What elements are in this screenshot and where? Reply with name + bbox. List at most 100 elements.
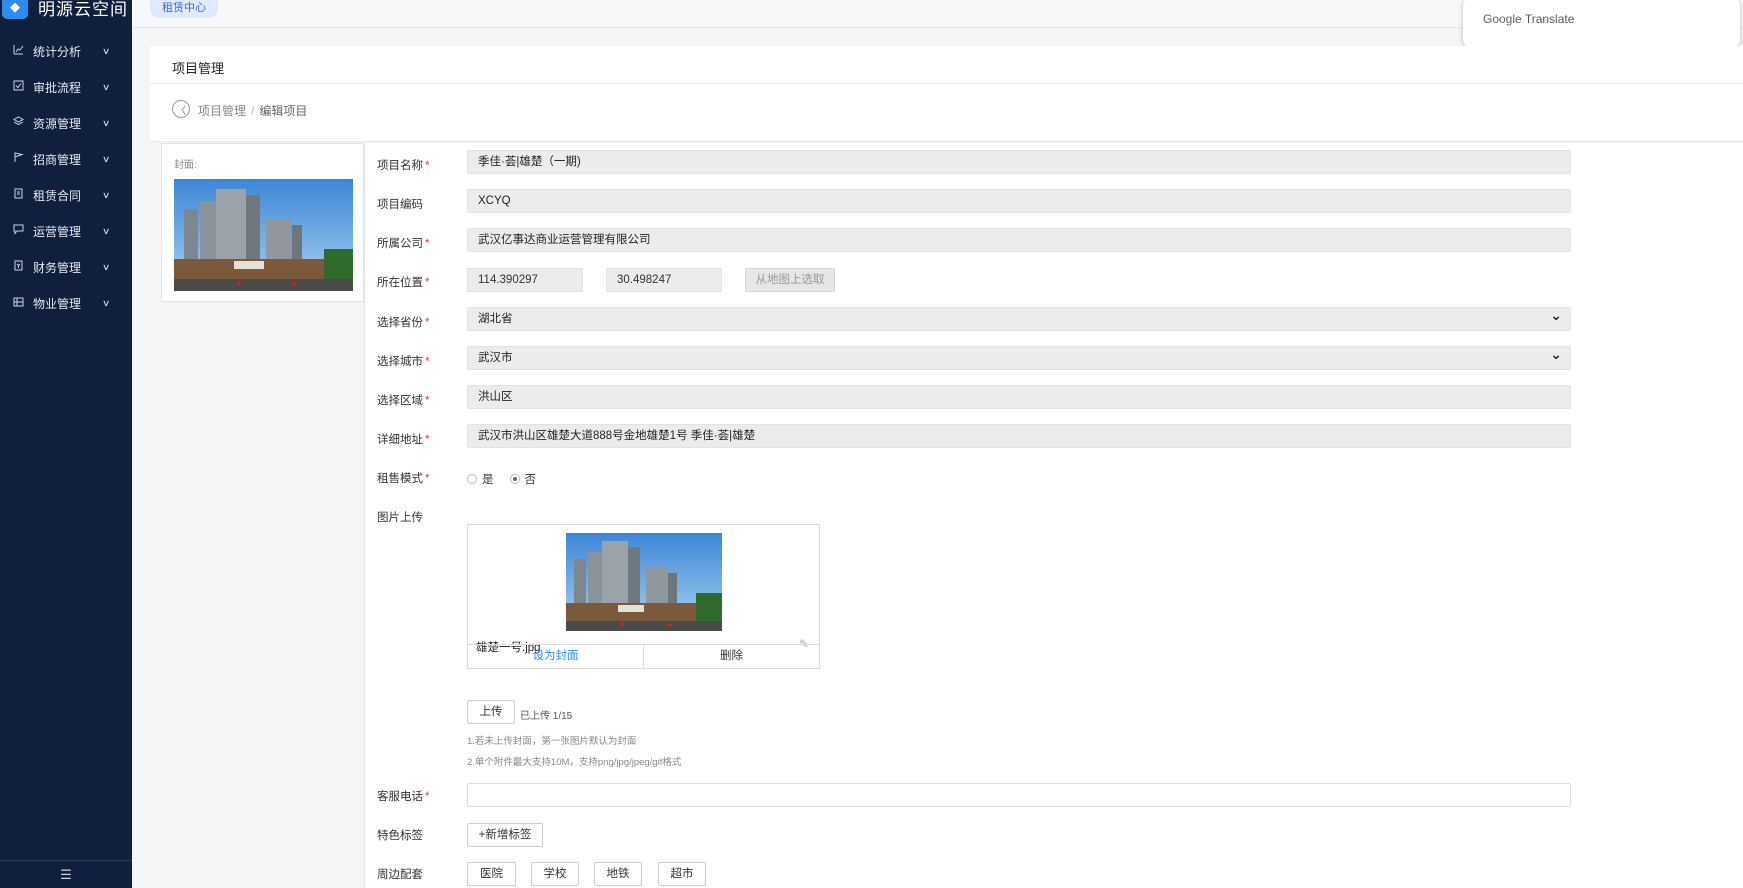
tag-hospital[interactable]: 医院 (467, 862, 516, 886)
phone-label: 客服电话 * (377, 791, 430, 803)
upload-count: 已上传 1/15 (520, 711, 573, 722)
breadcrumb-parent[interactable]: 项目管理 (198, 104, 246, 118)
uploaded-image-thumbnail[interactable] (566, 533, 722, 631)
images-label: 图片上传 (377, 512, 423, 524)
feature-tags-label: 特色标签 (377, 830, 423, 842)
sale-mode-radio-group: 是 否 (467, 471, 552, 487)
google-brand: Google (1483, 12, 1522, 26)
chevron-left-icon: 〈 (176, 105, 186, 117)
sidebar-item-operations[interactable]: 运营管理 ∨ (0, 213, 132, 249)
cover-label: 封面: (174, 160, 197, 171)
longitude-input[interactable]: 114.390297 (467, 268, 583, 292)
province-select[interactable]: 湖北省 (467, 304, 1571, 331)
upload-hint-1: 1.若未上传封面，第一张图片默认为封面 (467, 736, 637, 747)
latitude-input[interactable]: 30.498247 (606, 268, 722, 292)
finance-icon (13, 260, 27, 274)
pick-from-map-button[interactable]: 从地图上选取 (745, 268, 835, 292)
city-label: 选择城市 * (377, 356, 430, 368)
tag-subway[interactable]: 地铁 (594, 862, 642, 886)
flag-icon (13, 152, 27, 166)
sale-mode-label: 租售模式 * (377, 473, 430, 485)
company-label: 所属公司 * (377, 238, 430, 250)
uploaded-image-card: 雄楚一号.jpg ✎ 设为封面 删除 (467, 524, 820, 669)
page-title: 项目管理 (172, 61, 225, 76)
menu-collapse-icon: ☰ (60, 866, 72, 882)
address-input[interactable]: 武汉市洪山区雄楚大道888号金地雄楚1号 季佳·荟|雄楚 (467, 424, 1571, 448)
upload-hint-2: 2.单个附件最大支持10M，支持png/jpg/jpeg/gif格式 (467, 757, 682, 768)
sale-mode-yes-label[interactable]: 是 (482, 471, 494, 487)
layers-icon (12, 116, 27, 130)
add-tag-button[interactable]: +新增标签 (467, 823, 543, 847)
sidebar-item-property[interactable]: 物业管理 ∨ (0, 285, 132, 321)
district-label: 选择区域 * (377, 395, 430, 407)
sidebar-item-approval[interactable]: 审批流程 ∨ (0, 69, 132, 105)
sale-mode-no-label[interactable]: 否 (525, 471, 537, 487)
google-translate-popup[interactable]: Google Translate (1463, 0, 1740, 49)
chevron-down-icon: ∨ (101, 297, 111, 308)
page-header: 项目管理 (150, 46, 1743, 84)
chevron-down-icon: ∨ (101, 261, 111, 272)
sale-mode-yes-radio[interactable] (467, 474, 477, 484)
sidebar-item-label: 统计分析 (33, 44, 82, 59)
surroundings-label: 周边配套 (377, 869, 423, 881)
chevron-down-icon: ∨ (101, 189, 111, 200)
cover-image (174, 179, 353, 291)
sidebar-nav: 统计分析 ∨ 审批流程 ∨ 资源管理 ∨ 招商管理 ∨ 租赁合同 ∨ 运营管理 … (0, 33, 132, 321)
code-label: 项目编码 (377, 199, 423, 211)
message-icon (13, 224, 27, 238)
checklist-icon (13, 80, 27, 94)
google-translate-label: Google Translate (1483, 12, 1574, 26)
sidebar-item-contracts[interactable]: 租赁合同 ∨ (0, 177, 132, 213)
sidebar-item-leasing[interactable]: 招商管理 ∨ (0, 141, 132, 177)
logo-text: 明源云空间 (38, 0, 128, 19)
sidebar: ◆ 明源云空间 统计分析 ∨ 审批流程 ∨ 资源管理 ∨ 招商管理 ∨ 租赁合同… (0, 0, 132, 888)
breadcrumb-bar: 〈 项目管理 / 编辑项目 (150, 84, 1743, 142)
project-code-input[interactable]: XCYQ (467, 189, 1571, 213)
chevron-down-icon: ∨ (101, 153, 111, 164)
name-label: 项目名称 * (377, 160, 430, 172)
translate-text: Translate (1524, 12, 1575, 26)
chevron-down-icon: ∨ (101, 81, 111, 92)
chart-icon (13, 44, 27, 58)
project-name-input[interactable]: 季佳·荟|雄楚（一期) (467, 150, 1571, 174)
tag-supermarket[interactable]: 超市 (658, 862, 706, 886)
breadcrumb-separator: / (251, 104, 255, 118)
location-label: 所在位置 * (377, 277, 430, 289)
sidebar-item-label: 招商管理 (33, 152, 82, 167)
rental-center-tab[interactable]: 租赁中心 (150, 0, 218, 18)
sidebar-item-statistics[interactable]: 统计分析 ∨ (0, 33, 132, 69)
sidebar-item-finance[interactable]: 财务管理 ∨ (0, 249, 132, 285)
company-input[interactable]: 武汉亿事达商业运营管理有限公司 (467, 228, 1571, 252)
set-cover-button[interactable]: 设为封面 (468, 645, 644, 668)
logo[interactable]: ◆ 明源云空间 (0, 0, 132, 20)
sidebar-item-label: 财务管理 (33, 260, 82, 275)
image-actions: 设为封面 删除 (468, 644, 819, 668)
cover-panel: 封面: (161, 143, 364, 302)
sidebar-item-label: 审批流程 (33, 80, 82, 95)
building-icon (13, 296, 27, 310)
chevron-down-icon: ∨ (101, 45, 111, 56)
service-phone-input[interactable] (467, 783, 1571, 807)
breadcrumb-current: 编辑项目 (259, 104, 308, 118)
chevron-down-icon: ∨ (101, 117, 111, 128)
back-button[interactable]: 〈 (172, 100, 190, 118)
sidebar-item-label: 物业管理 (33, 296, 82, 311)
tag-school[interactable]: 学校 (531, 862, 579, 886)
province-label: 选择省份 * (377, 317, 430, 329)
delete-image-button[interactable]: 删除 (644, 645, 819, 668)
chevron-down-icon: ∨ (101, 225, 111, 236)
address-label: 详细地址 * (377, 434, 430, 446)
project-edit-form: 项目名称 * 季佳·荟|雄楚（一期) 项目编码 XCYQ 所属公司 * 武汉亿事达商… (364, 143, 1743, 888)
sale-mode-no-radio[interactable] (509, 474, 520, 484)
sidebar-item-label: 运营管理 (33, 224, 82, 239)
sidebar-item-label: 资源管理 (33, 116, 82, 131)
upload-button[interactable]: 上传 (467, 700, 515, 724)
city-select[interactable]: 武汉市 (467, 343, 1571, 370)
breadcrumb: 项目管理 / 编辑项目 (198, 102, 307, 119)
contract-icon (13, 188, 27, 202)
logo-icon: ◆ (2, 0, 28, 19)
sidebar-item-label: 租赁合同 (33, 188, 82, 203)
district-input[interactable]: 洪山区 (467, 385, 1571, 409)
menu-collapse-button[interactable]: ☰ (0, 860, 132, 888)
sidebar-item-resources[interactable]: 资源管理 ∨ (0, 105, 132, 141)
